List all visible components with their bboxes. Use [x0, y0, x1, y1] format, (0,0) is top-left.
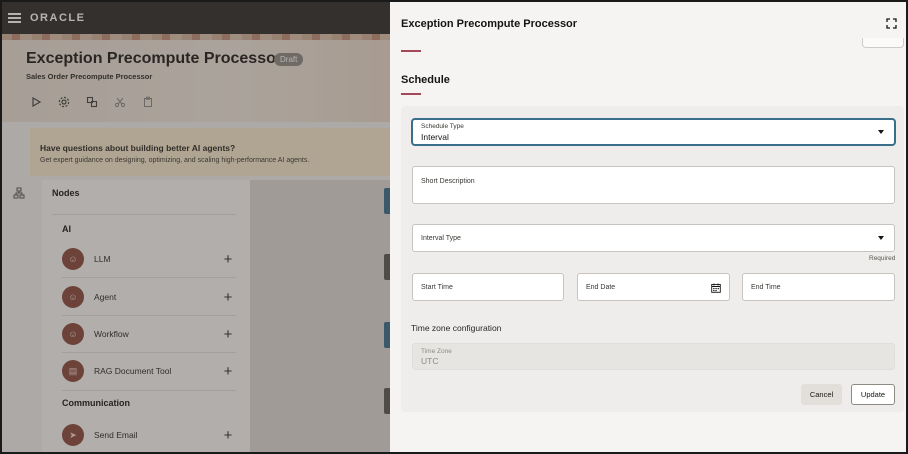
- field-label: Time Zone: [421, 348, 452, 355]
- drawer-title: Exception Precompute Processor: [401, 18, 578, 30]
- field-label: Start Time: [421, 284, 453, 291]
- field-label: End Time: [751, 284, 781, 291]
- field-value: Interval: [421, 132, 449, 142]
- start-time-field[interactable]: Start Time: [412, 273, 564, 301]
- calendar-icon[interactable]: [711, 283, 721, 293]
- cancel-button[interactable]: Cancel: [801, 384, 842, 405]
- schedule-type-select[interactable]: Schedule Type Interval: [412, 119, 895, 145]
- field-label: Short Description: [421, 178, 475, 185]
- update-button[interactable]: Update: [851, 384, 895, 405]
- section-heading: Schedule: [401, 74, 450, 86]
- hidden-button-edge[interactable]: [862, 38, 904, 48]
- expand-icon[interactable]: [886, 18, 897, 29]
- accent-bar: [401, 93, 421, 95]
- field-value: UTC: [421, 356, 439, 366]
- interval-type-select[interactable]: Interval Type: [412, 224, 895, 252]
- field-label: Schedule Type: [421, 123, 464, 130]
- background-app: ORACLE Exception Precompute Processor Dr…: [2, 2, 390, 452]
- accent-bar: [401, 50, 421, 52]
- short-description-field[interactable]: Short Description: [412, 166, 895, 204]
- schedule-drawer: Exception Precompute Processor Schedule …: [390, 2, 906, 452]
- required-hint: Required: [869, 255, 896, 262]
- app-frame: ORACLE Exception Precompute Processor Dr…: [0, 0, 908, 454]
- end-date-field[interactable]: End Date: [577, 273, 730, 301]
- chevron-down-icon[interactable]: [878, 130, 884, 134]
- time-zone-field: Time Zone UTC: [412, 343, 895, 370]
- field-label: End Date: [586, 284, 616, 291]
- timezone-heading: Time zone configuration: [411, 323, 502, 333]
- end-time-field[interactable]: End Time: [742, 273, 895, 301]
- chevron-down-icon[interactable]: [878, 236, 884, 240]
- modal-overlay[interactable]: [2, 2, 390, 452]
- field-label: Interval Type: [421, 235, 461, 242]
